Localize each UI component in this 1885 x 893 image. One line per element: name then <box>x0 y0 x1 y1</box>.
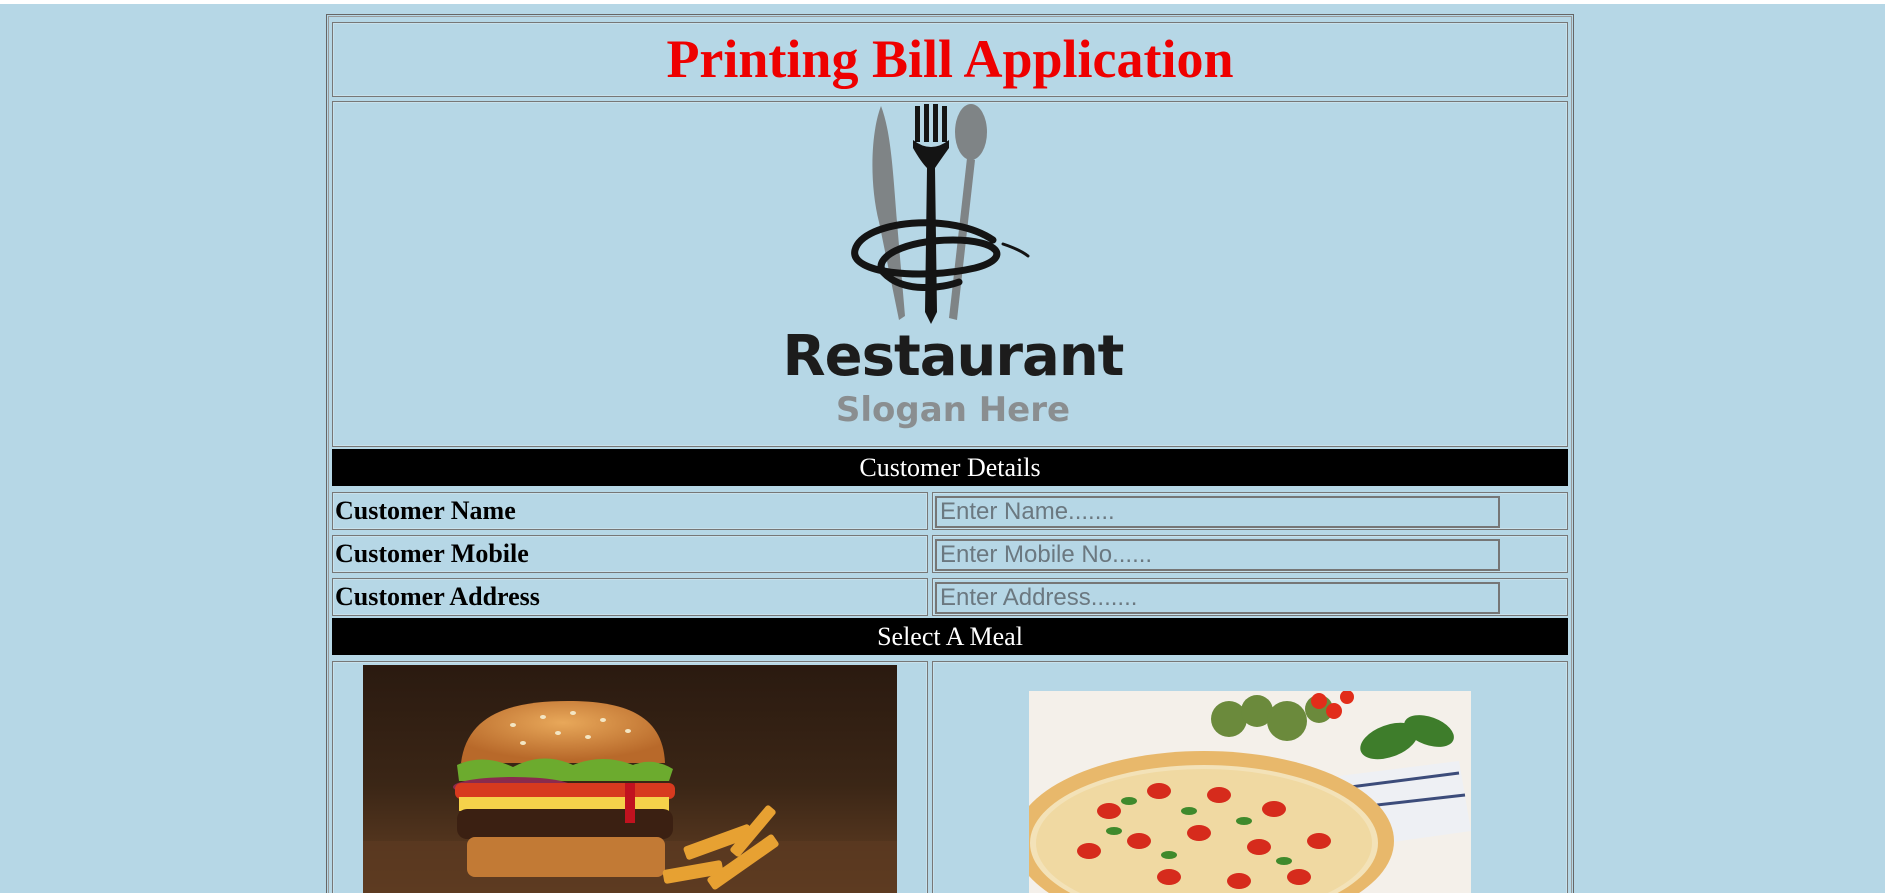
customer-details-heading: Customer Details <box>332 449 1568 486</box>
title-cell: Printing Bill Application <box>332 22 1568 97</box>
logo-slogan: Slogan Here <box>835 390 1071 430</box>
logo-name: Restaurant <box>782 324 1125 389</box>
customer-name-label: Customer Name <box>335 496 516 525</box>
customer-name-label-cell: Customer Name <box>332 492 928 530</box>
restaurant-logo: Restaurant Slogan Here <box>753 102 1153 448</box>
meal-item-pizza[interactable] <box>932 661 1568 893</box>
customer-address-input[interactable] <box>935 582 1500 614</box>
page-title: Printing Bill Application <box>666 29 1234 89</box>
fork-knife-spoon-icon <box>851 104 1030 324</box>
customer-name-input[interactable] <box>935 496 1500 528</box>
burger-image[interactable] <box>363 665 897 893</box>
pizza-image[interactable] <box>1029 691 1471 893</box>
customer-mobile-label: Customer Mobile <box>335 539 529 568</box>
customer-mobile-label-cell: Customer Mobile <box>332 535 928 573</box>
customer-mobile-input[interactable] <box>935 539 1500 571</box>
logo-cell: Restaurant Slogan Here <box>332 101 1568 447</box>
customer-address-label: Customer Address <box>335 582 540 611</box>
meal-item-burger[interactable] <box>332 661 928 893</box>
page-background: Printing Bill Application Restaurant Slo… <box>0 4 1885 893</box>
customer-address-label-cell: Customer Address <box>332 578 928 616</box>
customer-mobile-input-cell <box>932 535 1568 573</box>
select-meal-heading: Select A Meal <box>332 618 1568 655</box>
customer-name-input-cell <box>932 492 1568 530</box>
customer-address-input-cell <box>932 578 1568 616</box>
